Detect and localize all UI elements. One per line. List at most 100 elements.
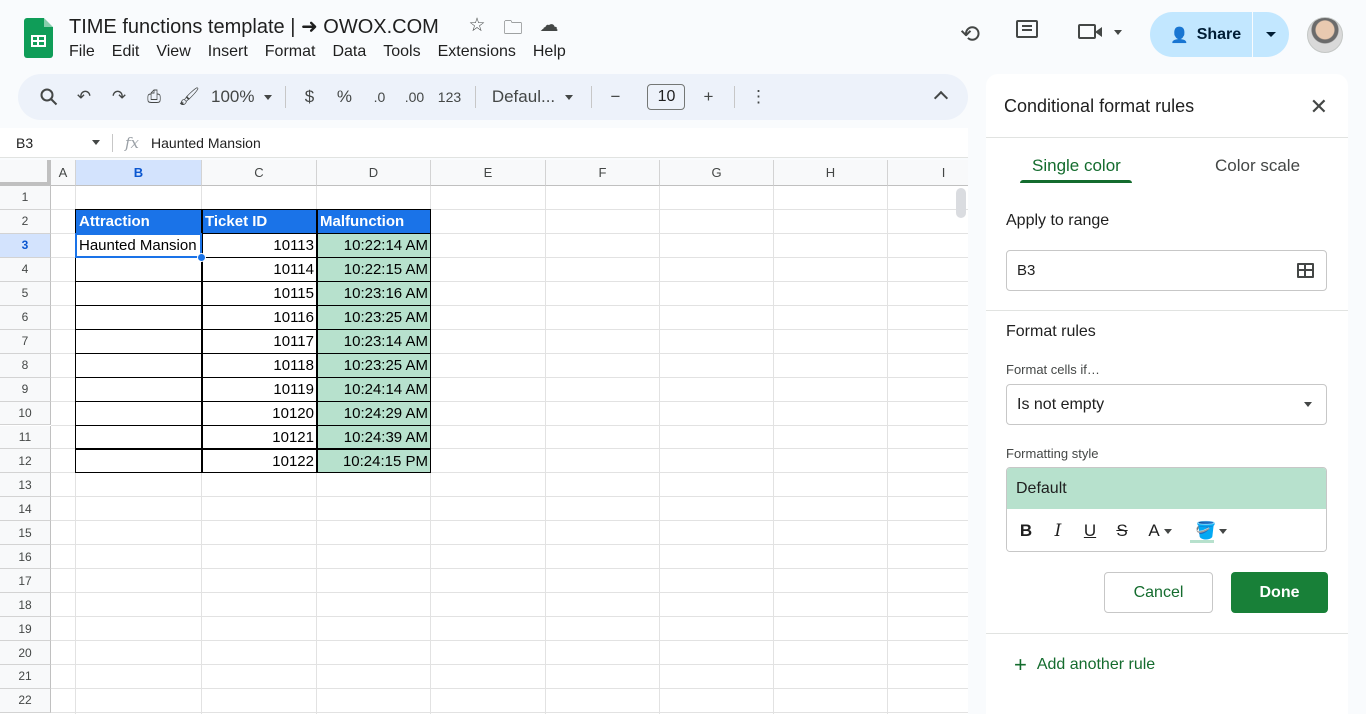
move-folder-icon[interactable]: 🗀 bbox=[502, 14, 524, 46]
font-size-input[interactable]: 10 bbox=[647, 84, 686, 110]
row-header-15[interactable]: 15 bbox=[0, 521, 51, 546]
table-cell[interactable]: 10:23:16 AM bbox=[317, 281, 431, 306]
column-header-h[interactable]: H bbox=[774, 160, 888, 186]
table-cell[interactable]: 10122 bbox=[202, 449, 317, 473]
table-cell[interactable] bbox=[76, 426, 202, 450]
row-header-12[interactable]: 12 bbox=[0, 449, 51, 474]
menu-edit[interactable]: Edit bbox=[112, 43, 140, 61]
comments-icon[interactable] bbox=[1016, 20, 1046, 62]
vertical-scrollbar[interactable] bbox=[956, 188, 966, 218]
font-select[interactable]: Defaul... bbox=[486, 82, 578, 112]
close-icon[interactable]: ✕ bbox=[1310, 94, 1328, 120]
table-cell[interactable]: 10:23:25 AM bbox=[317, 305, 431, 330]
row-header-20[interactable]: 20 bbox=[0, 641, 51, 665]
row-header-11[interactable]: 11 bbox=[0, 425, 51, 450]
collapse-toolbar-icon[interactable] bbox=[933, 90, 949, 106]
table-cell[interactable]: 10:24:15 PM bbox=[317, 449, 431, 474]
row-header-9[interactable]: 9 bbox=[0, 377, 51, 402]
row-header-14[interactable]: 14 bbox=[0, 497, 51, 522]
row-header-21[interactable]: 21 bbox=[0, 665, 51, 689]
table-cell[interactable] bbox=[76, 306, 202, 330]
text-color-button[interactable]: A bbox=[1145, 521, 1175, 541]
tab-color-scale[interactable]: Color scale bbox=[1215, 156, 1300, 176]
row-header-16[interactable]: 16 bbox=[0, 545, 51, 570]
table-cell[interactable]: 10118 bbox=[202, 354, 317, 378]
row-header-22[interactable]: 22 bbox=[0, 688, 51, 713]
table-cell[interactable]: 10119 bbox=[202, 378, 317, 402]
bold-button[interactable]: B bbox=[1017, 521, 1035, 541]
fill-handle[interactable] bbox=[197, 252, 206, 262]
table-cell[interactable] bbox=[76, 449, 202, 473]
undo-icon[interactable]: ↶ bbox=[71, 82, 97, 112]
select-all-corner[interactable] bbox=[0, 160, 51, 186]
menu-tools[interactable]: Tools bbox=[383, 43, 420, 61]
row-header-2[interactable]: 2 bbox=[0, 209, 51, 234]
row-header-5[interactable]: 5 bbox=[0, 281, 51, 306]
table-header-cell[interactable]: Attraction bbox=[76, 209, 202, 234]
italic-button[interactable]: I bbox=[1049, 521, 1067, 541]
column-header-a[interactable]: A bbox=[51, 160, 76, 186]
cancel-button[interactable]: Cancel bbox=[1104, 572, 1213, 613]
fill-color-button[interactable]: 🪣 bbox=[1195, 521, 1227, 541]
search-menus-icon[interactable] bbox=[36, 82, 62, 112]
redo-icon[interactable]: ↷ bbox=[106, 82, 132, 112]
currency-format-button[interactable]: $ bbox=[296, 82, 322, 112]
tab-single-color[interactable]: Single color bbox=[1032, 156, 1121, 176]
row-header-4[interactable]: 4 bbox=[0, 257, 51, 282]
menu-insert[interactable]: Insert bbox=[208, 43, 248, 61]
condition-select[interactable]: Is not empty bbox=[1006, 384, 1327, 425]
star-icon[interactable]: ☆ bbox=[466, 14, 488, 46]
table-cell[interactable]: 10114 bbox=[202, 258, 317, 282]
table-cell[interactable]: 10113 bbox=[202, 234, 317, 258]
add-rule-button[interactable]: + Add another rule bbox=[1014, 654, 1155, 676]
table-cell[interactable]: 10:24:39 AM bbox=[317, 425, 431, 450]
table-cell[interactable] bbox=[76, 378, 202, 402]
menu-file[interactable]: File bbox=[69, 43, 95, 61]
menu-view[interactable]: View bbox=[156, 43, 190, 61]
menu-data[interactable]: Data bbox=[332, 43, 366, 61]
increase-font-size-button[interactable]: + bbox=[695, 82, 721, 112]
column-header-i[interactable]: I bbox=[888, 160, 968, 186]
share-button[interactable]: 👤 Share bbox=[1150, 12, 1252, 57]
column-header-f[interactable]: F bbox=[546, 160, 660, 186]
share-options-button[interactable] bbox=[1253, 12, 1289, 57]
table-header-cell[interactable]: Ticket ID bbox=[202, 209, 317, 234]
document-title[interactable]: TIME functions template | ➜ OWOX.COM bbox=[69, 14, 439, 39]
spreadsheet-grid[interactable]: A B C D E F G H I 1 2 3 4 5 6 7 8 9 10 11 12 13 14 15 16 17 18 19 20… bbox=[0, 160, 968, 714]
increase-decimal-button[interactable]: .00 bbox=[401, 82, 427, 112]
sheets-logo-icon[interactable] bbox=[24, 18, 53, 58]
formula-input[interactable]: Haunted Mansion bbox=[151, 135, 261, 151]
name-box[interactable]: B3 bbox=[0, 135, 112, 151]
strikethrough-button[interactable]: S bbox=[1113, 521, 1131, 541]
row-header-18[interactable]: 18 bbox=[0, 593, 51, 618]
print-icon[interactable]: ⎙ bbox=[141, 82, 167, 112]
zoom-select[interactable]: 100% bbox=[211, 82, 273, 112]
table-cell[interactable]: 10117 bbox=[202, 330, 317, 354]
column-header-e[interactable]: E bbox=[431, 160, 546, 186]
account-avatar[interactable] bbox=[1307, 17, 1343, 53]
underline-button[interactable]: U bbox=[1081, 521, 1099, 541]
table-cell[interactable]: 10121 bbox=[202, 426, 317, 450]
row-header-17[interactable]: 17 bbox=[0, 569, 51, 594]
table-cell[interactable]: 10:23:14 AM bbox=[317, 329, 431, 354]
column-header-g[interactable]: G bbox=[660, 160, 774, 186]
table-cell[interactable] bbox=[76, 354, 202, 378]
column-header-b[interactable]: B bbox=[76, 160, 202, 186]
table-cell[interactable] bbox=[76, 330, 202, 354]
table-cell[interactable]: 10:23:25 AM bbox=[317, 353, 431, 378]
table-cell[interactable] bbox=[76, 282, 202, 306]
row-header-10[interactable]: 10 bbox=[0, 401, 51, 426]
table-cell[interactable]: 10:24:14 AM bbox=[317, 377, 431, 402]
menu-help[interactable]: Help bbox=[533, 43, 566, 61]
range-input[interactable]: B3 bbox=[1006, 250, 1327, 291]
more-options-icon[interactable]: ⋮ bbox=[745, 82, 771, 112]
row-header-6[interactable]: 6 bbox=[0, 305, 51, 330]
table-cell[interactable]: 10120 bbox=[202, 402, 317, 426]
column-header-d[interactable]: D bbox=[317, 160, 431, 186]
row-header-3[interactable]: 3 bbox=[0, 233, 51, 258]
decrease-decimal-button[interactable]: .0 bbox=[366, 82, 392, 112]
menu-extensions[interactable]: Extensions bbox=[438, 43, 516, 61]
table-cell[interactable]: 10116 bbox=[202, 306, 317, 330]
table-cell[interactable]: 10:24:29 AM bbox=[317, 401, 431, 426]
select-range-icon[interactable] bbox=[1297, 263, 1314, 278]
